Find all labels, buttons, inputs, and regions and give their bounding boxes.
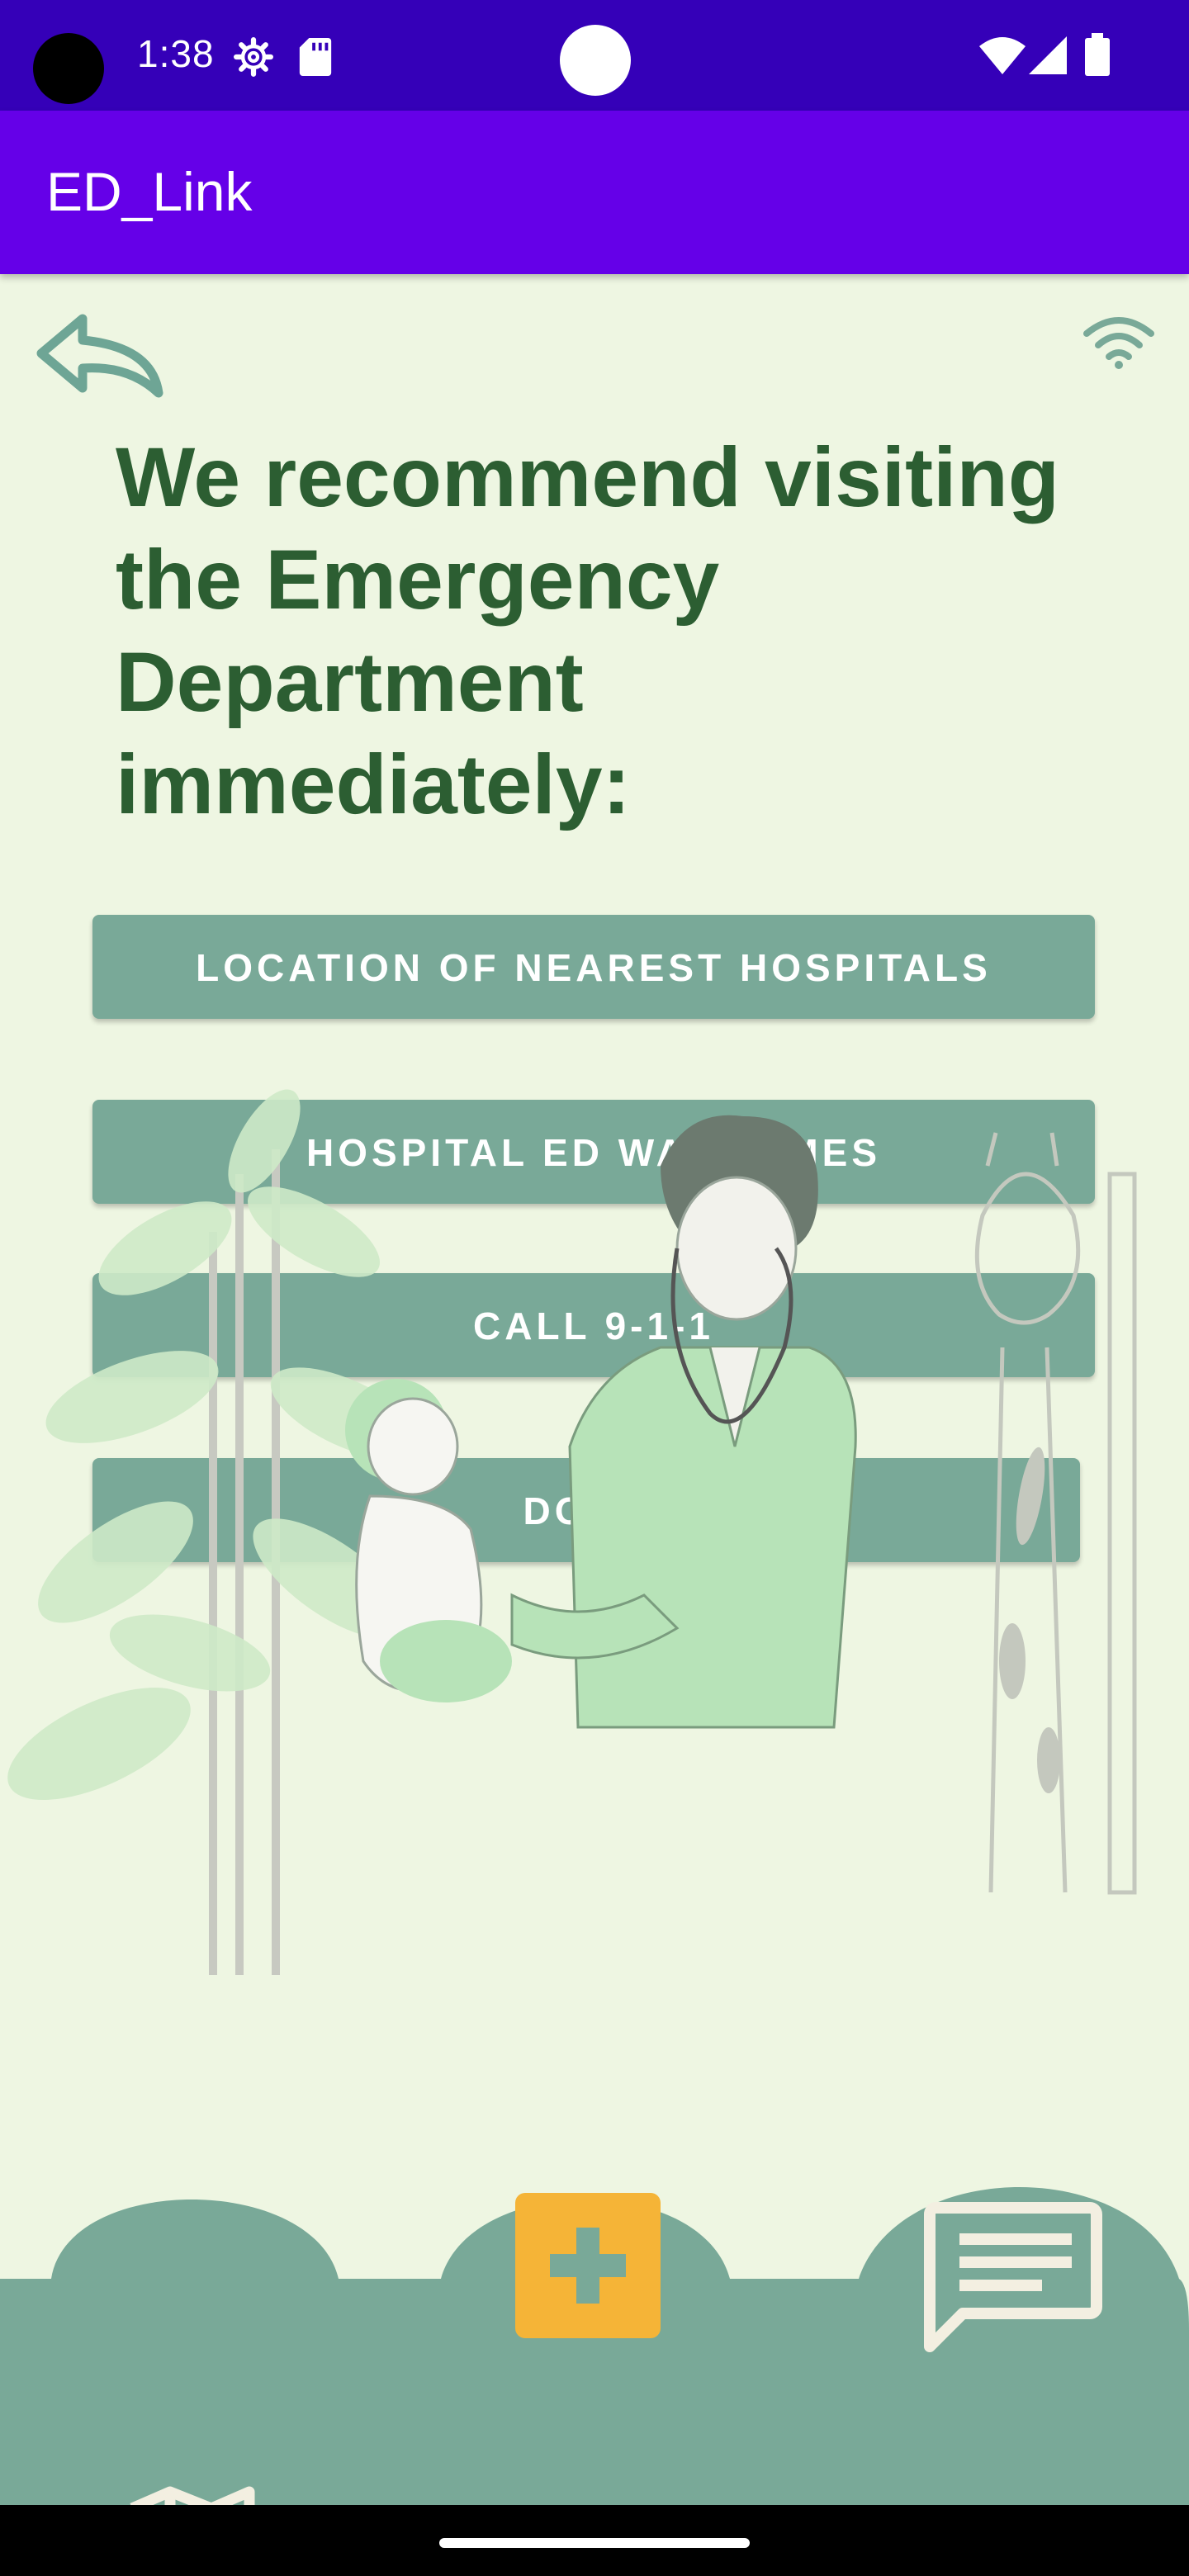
- doctor-child-illustration: [7, 1089, 1137, 1975]
- chat-icon[interactable]: [923, 2201, 1105, 2353]
- app-bar: ED_Link: [0, 111, 1189, 274]
- main-content: We recommend visiting the Emergency Depa…: [0, 274, 1189, 2505]
- status-bar: 1:38: [0, 0, 1189, 111]
- wifi-icon: [979, 37, 1026, 74]
- signal-icon: [1029, 36, 1067, 74]
- page-title: We recommend visiting the Emergency Depa…: [116, 430, 1060, 831]
- plus-icon: [550, 2228, 626, 2304]
- settings-icon: [234, 37, 273, 77]
- sd-card-icon: [299, 38, 332, 76]
- status-time: 1:38: [137, 32, 215, 75]
- camera-cutout: [33, 33, 104, 104]
- connection-icon: [1083, 317, 1154, 369]
- notification-dot: [560, 25, 631, 96]
- emergency-plus-button[interactable]: [515, 2193, 661, 2338]
- app-title: ED_Link: [46, 161, 253, 222]
- back-icon[interactable]: [30, 307, 167, 406]
- system-navigation-bar: [0, 2505, 1189, 2576]
- battery-icon: [1085, 33, 1110, 76]
- home-gesture-handle[interactable]: [439, 2538, 750, 2548]
- map-search-icon[interactable]: [126, 2479, 282, 2505]
